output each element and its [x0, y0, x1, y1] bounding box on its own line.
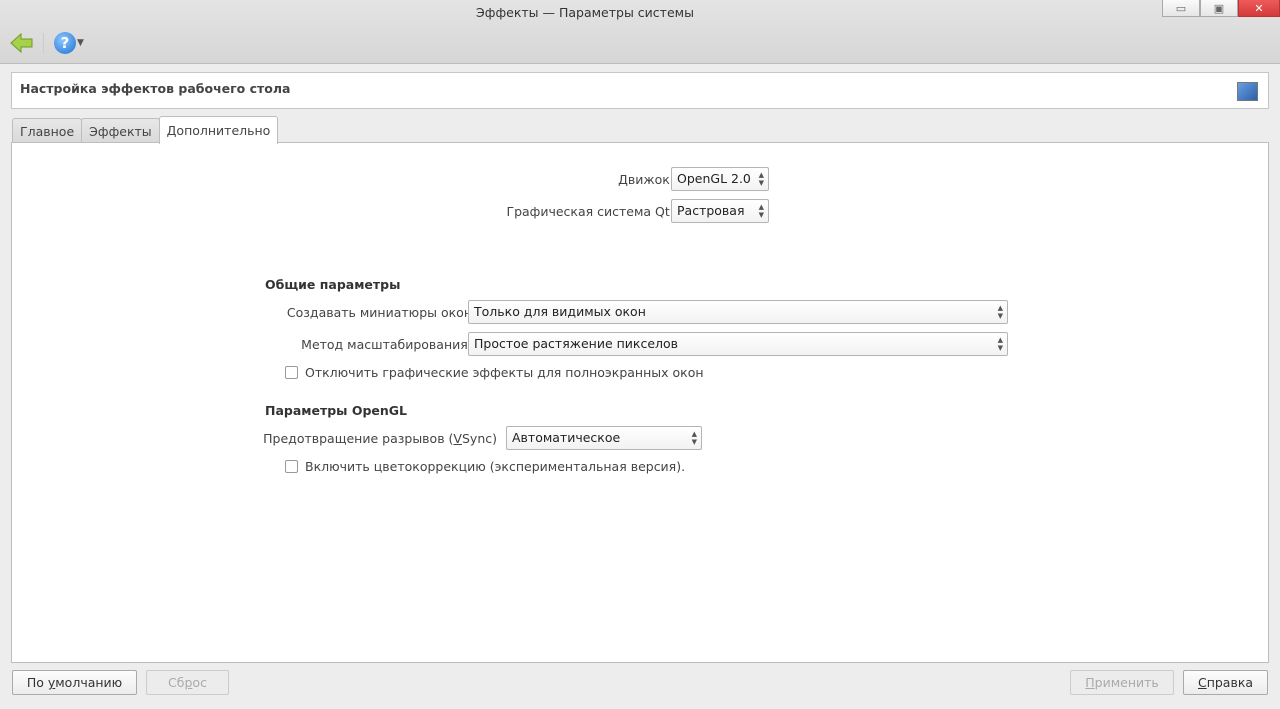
- vsync-value: Автоматическое: [512, 430, 621, 445]
- desktop-effects-icon: [1237, 82, 1258, 101]
- thumbnails-select[interactable]: Только для видимых окон ▲ ▼: [468, 300, 1008, 324]
- spin-arrows-icon: ▲ ▼: [691, 430, 697, 446]
- spin-arrows-icon: ▲ ▼: [997, 336, 1003, 352]
- help-icon[interactable]: ?: [54, 32, 76, 54]
- title-bar: Эффекты — Параметры системы ▭ ▣ ✕ ? ▼: [0, 0, 1280, 64]
- window-title: Эффекты — Параметры системы: [476, 5, 694, 20]
- maximize-button[interactable]: ▣: [1200, 0, 1238, 17]
- vsync-label-pre: Предотвращение разрывов (: [263, 431, 454, 446]
- reset-button[interactable]: Сброс: [146, 670, 229, 695]
- qt-graphics-value: Растровая: [677, 203, 745, 218]
- vsync-label-post: Sync): [461, 431, 497, 446]
- tab-bar: Главное Эффекты Дополнительно: [12, 116, 279, 144]
- general-section-title: Общие параметры: [265, 277, 401, 292]
- vsync-label: Предотвращение разрывов (VSync): [263, 431, 497, 446]
- disable-fullscreen-label[interactable]: Отключить графические эффекты для полноэ…: [305, 365, 704, 380]
- scale-method-select[interactable]: Простое растяжение пикселов ▲ ▼: [468, 332, 1008, 356]
- help-dropdown-icon[interactable]: ▼: [77, 38, 84, 48]
- engine-label: Движок:: [618, 172, 674, 187]
- minimize-icon: ▭: [1175, 1, 1187, 15]
- spin-arrows-icon: ▲ ▼: [758, 203, 764, 219]
- qt-graphics-select[interactable]: Растровая ▲ ▼: [671, 199, 769, 223]
- apply-label-mnemonic: П: [1085, 675, 1095, 690]
- spin-arrows-icon: ▲ ▼: [758, 171, 764, 187]
- toolbar-separator: [43, 33, 44, 53]
- defaults-label-pre: По: [26, 675, 48, 690]
- apply-button[interactable]: Применить: [1070, 670, 1174, 695]
- vsync-select[interactable]: Автоматическое ▲ ▼: [506, 426, 702, 450]
- close-icon: ✕: [1254, 1, 1264, 15]
- module-title: Настройка эффектов рабочего стола: [20, 81, 291, 96]
- tab-general[interactable]: Главное: [12, 118, 83, 144]
- color-correction-checkbox[interactable]: [285, 460, 298, 473]
- help-label-post: правка: [1206, 675, 1254, 690]
- module-header: Настройка эффектов рабочего стола: [11, 72, 1269, 109]
- thumbnails-label: Создавать миниатюры окон: [286, 305, 472, 320]
- tab-advanced[interactable]: Дополнительно: [158, 116, 279, 144]
- help-label-mnemonic: С: [1197, 675, 1207, 690]
- close-button[interactable]: ✕: [1238, 0, 1280, 17]
- qt-graphics-label: Графическая система Qt:: [506, 204, 674, 219]
- reset-label-pre: Сб: [168, 675, 185, 690]
- opengl-section-title: Параметры OpenGL: [265, 403, 407, 418]
- reset-label-post: ос: [192, 675, 207, 690]
- color-correction-label[interactable]: Включить цветокоррекцию (экспериментальн…: [305, 459, 685, 474]
- maximize-icon: ▣: [1213, 1, 1225, 15]
- thumbnails-value: Только для видимых окон: [474, 304, 646, 319]
- apply-label-post: рименить: [1094, 675, 1159, 690]
- advanced-panel: Движок: OpenGL 2.0 ▲ ▼ Графическая система…: [11, 142, 1269, 663]
- spin-arrows-icon: ▲ ▼: [997, 304, 1003, 320]
- vsync-label-mnemonic: V: [453, 431, 462, 446]
- scale-method-label: Метод масштабирования:: [301, 337, 472, 352]
- engine-value: OpenGL 2.0: [677, 171, 751, 186]
- defaults-label-post: молчанию: [55, 675, 123, 690]
- back-arrow-icon[interactable]: [10, 32, 34, 54]
- engine-select[interactable]: OpenGL 2.0 ▲ ▼: [671, 167, 769, 191]
- minimize-button[interactable]: ▭: [1162, 0, 1200, 17]
- tab-effects[interactable]: Эффекты: [81, 118, 160, 144]
- scale-method-value: Простое растяжение пикселов: [474, 336, 679, 351]
- disable-fullscreen-checkbox[interactable]: [285, 366, 298, 379]
- defaults-button[interactable]: По умолчанию: [12, 670, 137, 695]
- help-button[interactable]: Справка: [1183, 670, 1268, 695]
